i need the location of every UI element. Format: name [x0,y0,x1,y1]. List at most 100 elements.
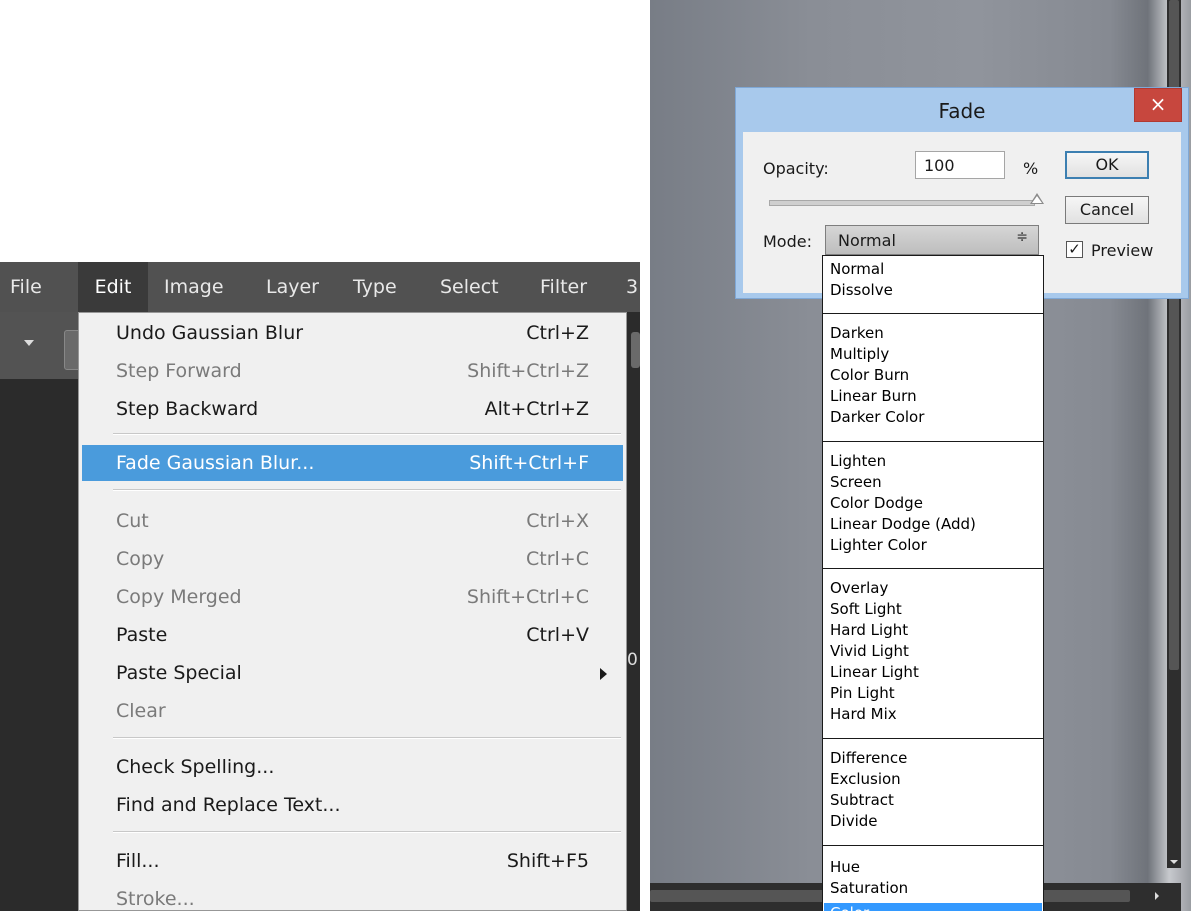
menu-item-label: Step Forward [116,360,242,382]
menu-item-label: Paste [116,624,168,646]
menu-item-shortcut: Ctrl+V [526,624,589,646]
menu-item-label: Step Backward [116,398,259,420]
menu-item-stroke[interactable]: Stroke... [80,881,625,911]
menu-item-copy-merged[interactable]: Copy Merged Shift+Ctrl+C [80,579,625,615]
option-linear-light[interactable]: Linear Light [830,662,919,684]
menu-item-shortcut: Ctrl+X [526,510,589,532]
option-difference[interactable]: Difference [830,748,907,770]
preview-label: Preview [1091,241,1154,260]
menu-separator [113,489,621,491]
menu-type[interactable]: Type [353,262,397,312]
option-divide[interactable]: Divide [830,811,878,833]
menu-item-paste-special[interactable]: Paste Special [80,655,625,691]
option-linear-dodge[interactable]: Linear Dodge (Add) [830,514,976,536]
menu-item-label: Fill... [116,850,160,872]
option-lighten[interactable]: Lighten [830,451,886,473]
ok-button[interactable]: OK [1065,151,1149,179]
menu-item-fill[interactable]: Fill... Shift+F5 [80,843,625,879]
option-soft-light[interactable]: Soft Light [830,599,902,621]
option-hard-mix[interactable]: Hard Mix [830,704,897,726]
menu-item-copy[interactable]: Copy Ctrl+C [80,541,625,577]
option-screen[interactable]: Screen [830,472,882,494]
dialog-title: Fade [938,99,986,123]
opacity-label: Opacity: [763,159,829,178]
menu-filter[interactable]: Filter [540,262,587,312]
mode-select-value: Normal [838,231,896,250]
options-bar [0,312,86,379]
list-separator [823,313,1043,314]
scroll-down-arrow-icon[interactable] [1170,860,1178,864]
menu-item-step-forward[interactable]: Step Forward Shift+Ctrl+Z [80,353,625,389]
menu-item-shortcut: Shift+Ctrl+C [466,586,589,608]
menu-item-undo[interactable]: Undo Gaussian Blur Ctrl+Z [80,315,625,351]
menu-separator [113,831,621,833]
option-darker-color[interactable]: Darker Color [830,407,924,429]
menu-select[interactable]: Select [440,262,499,312]
mode-select[interactable]: Normal ≑ [825,225,1039,255]
option-vivid-light[interactable]: Vivid Light [830,641,909,663]
option-color[interactable]: Color [824,903,1042,911]
menu-edit[interactable]: Edit [78,262,148,312]
menu-item-label: Copy [116,548,165,570]
menu-item-fade-gaussian-blur[interactable]: Fade Gaussian Blur... Shift+Ctrl+F [82,445,623,481]
menu-item-label: Find and Replace Text... [116,794,341,816]
menu-separator [113,433,621,435]
menu-item-cut[interactable]: Cut Ctrl+X [80,503,625,539]
menu-item-label: Fade Gaussian Blur... [116,452,315,474]
menu-item-label: Check Spelling... [116,756,275,778]
menu-item-step-backward[interactable]: Step Backward Alt+Ctrl+Z [80,391,625,427]
menu-item-shortcut: Ctrl+C [526,548,589,570]
menu-item-shortcut: Shift+Ctrl+F [469,452,589,474]
menu-item-paste[interactable]: Paste Ctrl+V [80,617,625,653]
menu-item-clear[interactable]: Clear [80,693,625,729]
updown-arrows-icon: ≑ [1016,229,1028,245]
option-darken[interactable]: Darken [830,323,884,345]
close-icon: × [1149,92,1167,116]
workspace-background [0,379,80,911]
menu-bar: File Edit Image Layer Type Select Filter… [0,262,640,312]
cancel-button[interactable]: Cancel [1065,196,1149,224]
dropdown-arrow-icon[interactable] [24,340,34,346]
menu-item-label: Cut [116,510,149,532]
option-subtract[interactable]: Subtract [830,790,894,812]
menu-item-find-replace[interactable]: Find and Replace Text... [80,787,625,823]
opacity-slider-track[interactable] [769,200,1035,206]
option-multiply[interactable]: Multiply [830,344,889,366]
option-exclusion[interactable]: Exclusion [830,769,901,791]
menu-item-shortcut: Alt+Ctrl+Z [484,398,589,420]
list-separator [823,441,1043,442]
option-overlay[interactable]: Overlay [830,578,888,600]
menu-item-label: Undo Gaussian Blur [116,322,304,344]
option-color-dodge[interactable]: Color Dodge [830,493,923,515]
list-separator [823,568,1043,569]
option-hue[interactable]: Hue [830,857,860,879]
blend-mode-dropdown-list: Normal Dissolve Darken Multiply Color Bu… [822,255,1044,911]
option-saturation[interactable]: Saturation [830,878,908,900]
option-pin-light[interactable]: Pin Light [830,683,895,705]
workspace-background-right: 0 [627,312,640,911]
menu-separator [113,737,621,739]
menu-layer[interactable]: Layer [266,262,319,312]
edit-menu-dropdown: Undo Gaussian Blur Ctrl+Z Step Forward S… [78,312,627,911]
option-color-burn[interactable]: Color Burn [830,365,909,387]
menu-item-shortcut: Shift+F5 [506,850,589,872]
menu-file[interactable]: File [10,262,42,312]
opacity-slider-thumb-inner [1032,196,1042,203]
menu-item-check-spelling[interactable]: Check Spelling... [80,749,625,785]
submenu-arrow-icon [600,668,607,680]
option-hard-light[interactable]: Hard Light [830,620,908,642]
option-normal[interactable]: Normal [830,259,884,281]
preview-checkbox[interactable]: ✓ [1066,241,1083,258]
scroll-right-arrow-icon[interactable] [1155,892,1159,900]
menu-3d[interactable]: 3 [626,262,638,312]
option-color-label: Color [830,903,869,911]
options-field-right[interactable] [631,332,640,368]
option-lighter-color[interactable]: Lighter Color [830,535,927,557]
option-dissolve[interactable]: Dissolve [830,280,893,302]
menu-item-label: Paste Special [116,662,242,684]
menu-item-label: Clear [116,700,166,722]
close-button[interactable]: × [1134,88,1182,122]
opacity-input[interactable]: 100 [915,151,1005,179]
option-linear-burn[interactable]: Linear Burn [830,386,917,408]
menu-image[interactable]: Image [164,262,224,312]
